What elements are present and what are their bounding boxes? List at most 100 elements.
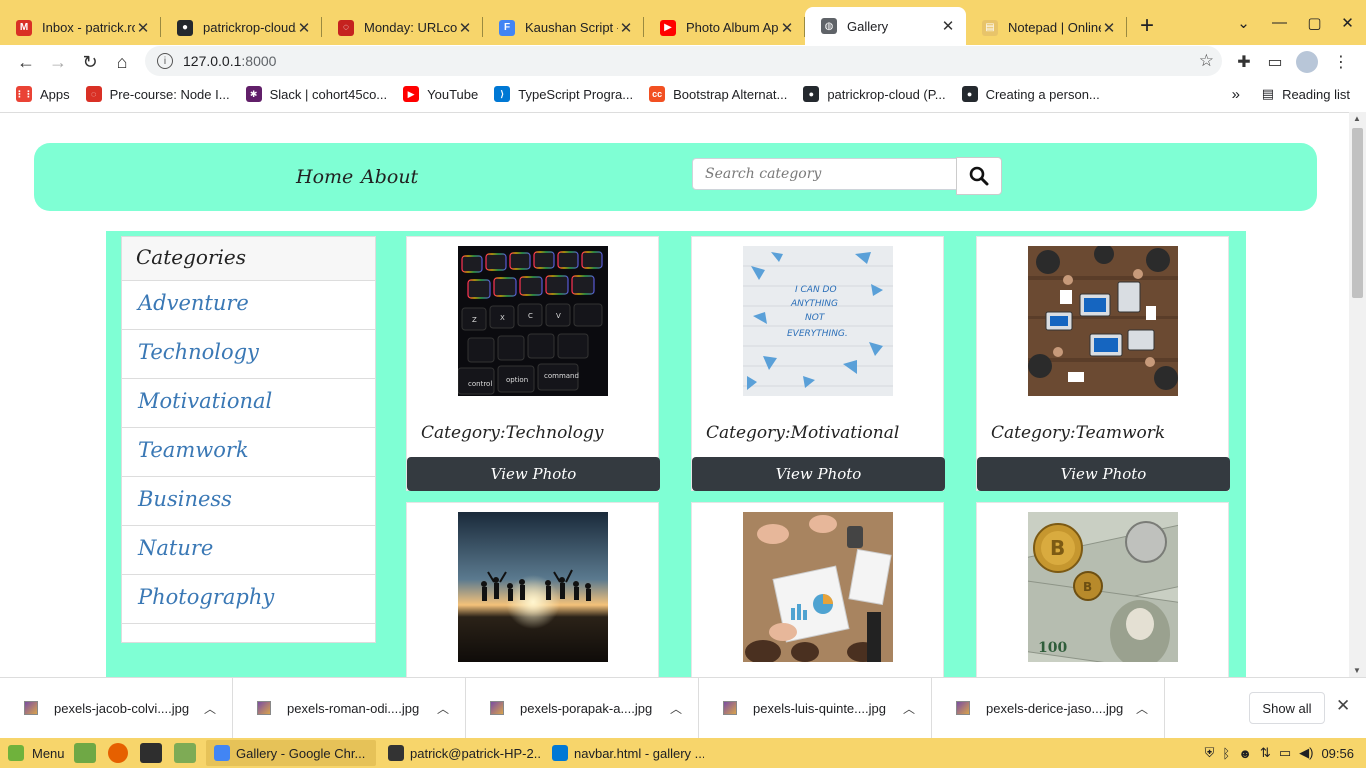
start-menu-button[interactable]: Menu xyxy=(0,745,68,761)
category-item-business[interactable]: Business xyxy=(122,477,375,526)
profile-avatar[interactable] xyxy=(1292,47,1322,77)
download-item[interactable]: pexels-jacob-colvi....jpg ︿ xyxy=(0,677,233,739)
home-icon[interactable]: ⌂ xyxy=(106,46,138,78)
firefox-icon[interactable] xyxy=(108,743,128,763)
globe-icon: ◍ xyxy=(821,18,837,34)
tab-7[interactable]: ▤ Notepad | Online ✕ xyxy=(966,7,1127,48)
maximize-button[interactable]: ▢ xyxy=(1297,0,1332,45)
image-file-icon xyxy=(24,701,38,715)
category-item-photography[interactable]: Photography xyxy=(122,575,375,624)
category-item-technology[interactable]: Technology xyxy=(122,330,375,379)
bookmark-item[interactable]: ● patrickrop-cloud (P... xyxy=(803,86,946,102)
search-input[interactable]: Search category xyxy=(692,158,957,190)
shield-icon[interactable]: ⛨ xyxy=(1205,745,1215,761)
extensions-icon[interactable]: ✚ xyxy=(1229,47,1259,77)
view-photo-button[interactable]: View Photo xyxy=(407,457,660,491)
tab-4[interactable]: F Kaushan Script - G✕ xyxy=(483,7,644,48)
bookmark-label: Apps xyxy=(40,86,70,102)
battery-icon[interactable]: ▭ xyxy=(1279,745,1291,761)
chevron-up-icon[interactable]: ︿ xyxy=(1136,700,1148,717)
page-scrollbar[interactable]: ▲ ▼ xyxy=(1349,112,1366,677)
tab-close-icon[interactable]: ✕ xyxy=(618,19,634,37)
bookmark-item[interactable]: ◌ Pre-course: Node I... xyxy=(85,86,230,102)
download-item[interactable]: pexels-porapak-a....jpg ︿ xyxy=(466,677,699,739)
nav-home-link[interactable]: Home xyxy=(296,166,353,188)
tab-close-icon[interactable]: ✕ xyxy=(135,19,151,37)
more-bookmarks-button[interactable]: » xyxy=(1232,86,1240,103)
scroll-up-arrow-icon[interactable]: ▲ xyxy=(1353,114,1361,123)
volume-icon[interactable]: ◀) xyxy=(1299,745,1313,761)
site-info-icon[interactable]: i xyxy=(157,53,173,69)
reload-icon[interactable]: ↻ xyxy=(74,46,106,78)
taskbar-window[interactable]: patrick@patrick-HP-2... xyxy=(380,740,540,766)
chevron-up-icon[interactable]: ︿ xyxy=(204,700,216,717)
nav-about-link[interactable]: About xyxy=(361,166,418,188)
scroll-down-arrow-icon[interactable]: ▼ xyxy=(1353,666,1361,675)
window-label: Gallery - Google Chr... xyxy=(236,745,366,761)
download-item[interactable]: pexels-roman-odi....jpg ︿ xyxy=(233,677,466,739)
bookmark-item[interactable]: ▶ YouTube xyxy=(403,86,478,102)
chevron-up-icon[interactable]: ︿ xyxy=(903,700,915,717)
terminal-icon[interactable] xyxy=(140,743,162,763)
tab-6[interactable]: ◍ Gallery ✕ xyxy=(805,7,966,45)
bookmark-item[interactable]: cc Bootstrap Alternat... xyxy=(649,86,787,102)
motivational-note-photo: I CAN DO ANYTHING NOT EVERYTHING. xyxy=(743,246,893,396)
category-item-nature[interactable]: Nature xyxy=(122,526,375,575)
tab-3[interactable]: ◌ Monday: URLconf✕ xyxy=(322,7,483,48)
svg-text:B: B xyxy=(1083,580,1092,594)
network-icon[interactable]: ⇅ xyxy=(1260,745,1271,761)
bluetooth-icon[interactable]: ᛒ xyxy=(1222,746,1230,761)
chevron-up-icon[interactable]: ︿ xyxy=(670,700,682,717)
close-window-button[interactable]: ✕ xyxy=(1330,0,1365,45)
category-item-teamwork[interactable]: Teamwork xyxy=(122,428,375,477)
reading-list-button[interactable]: ▤ Reading list xyxy=(1262,86,1350,102)
view-photo-button[interactable]: View Photo xyxy=(977,457,1230,491)
clock[interactable]: 09:56 xyxy=(1321,746,1354,761)
search-button[interactable] xyxy=(956,157,1002,195)
svg-text:option: option xyxy=(506,376,528,384)
tab-title: Photo Album App xyxy=(686,20,779,35)
close-downloads-icon[interactable]: ✕ xyxy=(1336,696,1350,716)
tab-close-icon[interactable]: ✕ xyxy=(940,17,956,35)
tab-title: Notepad | Online xyxy=(1008,20,1101,35)
youtube-icon: ▶ xyxy=(660,19,676,36)
category-item-motivational[interactable]: Motivational xyxy=(122,379,375,428)
user-icon[interactable]: ☻ xyxy=(1238,746,1252,761)
taskbar-window[interactable]: Gallery - Google Chr... xyxy=(206,740,376,766)
show-all-button[interactable]: Show all xyxy=(1249,692,1325,724)
forward-icon[interactable]: → xyxy=(42,46,74,78)
svg-text:B: B xyxy=(1050,536,1065,560)
cast-icon[interactable]: ▭ xyxy=(1260,47,1290,77)
tab-title: patrickrop-cloud/ xyxy=(203,20,296,35)
category-item-adventure[interactable]: Adventure xyxy=(122,281,375,330)
bookmark-star-icon[interactable]: ☆ xyxy=(1199,51,1214,71)
new-tab-button[interactable]: + xyxy=(1127,7,1167,45)
back-icon[interactable]: ← xyxy=(10,46,42,78)
download-item[interactable]: pexels-derice-jaso....jpg ︿ xyxy=(932,677,1165,739)
taskbar-window[interactable]: navbar.html - gallery ... xyxy=(544,740,704,766)
bookmark-item[interactable]: ✱ Slack | cohort45co... xyxy=(245,86,387,102)
tab-search-icon[interactable]: ⌄ xyxy=(1226,0,1261,45)
tab-close-icon[interactable]: ✕ xyxy=(457,19,473,37)
tab-1[interactable]: M Inbox - patrick.rop✕ xyxy=(0,7,161,48)
chrome-menu-icon[interactable]: ⋮ xyxy=(1326,47,1356,77)
minimize-button[interactable]: — xyxy=(1262,0,1297,45)
bookmark-item[interactable]: ⟩ TypeScript Progra... xyxy=(494,86,633,102)
bookmark-item[interactable]: ● Creating a person... xyxy=(961,86,1100,102)
view-photo-button[interactable]: View Photo xyxy=(692,457,945,491)
gallery-section: Categories Adventure Technology Motivation… xyxy=(106,231,1246,677)
files-icon[interactable] xyxy=(174,743,196,763)
scrollbar-thumb[interactable] xyxy=(1352,128,1363,298)
tab-2[interactable]: ● patrickrop-cloud/✕ xyxy=(161,7,322,48)
svg-text:command: command xyxy=(544,372,579,380)
download-item[interactable]: pexels-luis-quinte....jpg ︿ xyxy=(699,677,932,739)
chevron-up-icon[interactable]: ︿ xyxy=(437,700,449,717)
tab-close-icon[interactable]: ✕ xyxy=(1101,19,1117,37)
show-desktop-icon[interactable] xyxy=(74,743,96,763)
bookmark-item[interactable]: ⋮⋮ Apps xyxy=(15,86,70,102)
download-filename: pexels-derice-jaso....jpg xyxy=(986,700,1124,716)
address-bar[interactable]: i 127.0.0.1:8000 ☆ xyxy=(145,46,1222,76)
tab-close-icon[interactable]: ✕ xyxy=(296,19,312,37)
tab-5[interactable]: ▶ Photo Album App ✕ xyxy=(644,7,805,48)
tab-close-icon[interactable]: ✕ xyxy=(779,19,795,37)
